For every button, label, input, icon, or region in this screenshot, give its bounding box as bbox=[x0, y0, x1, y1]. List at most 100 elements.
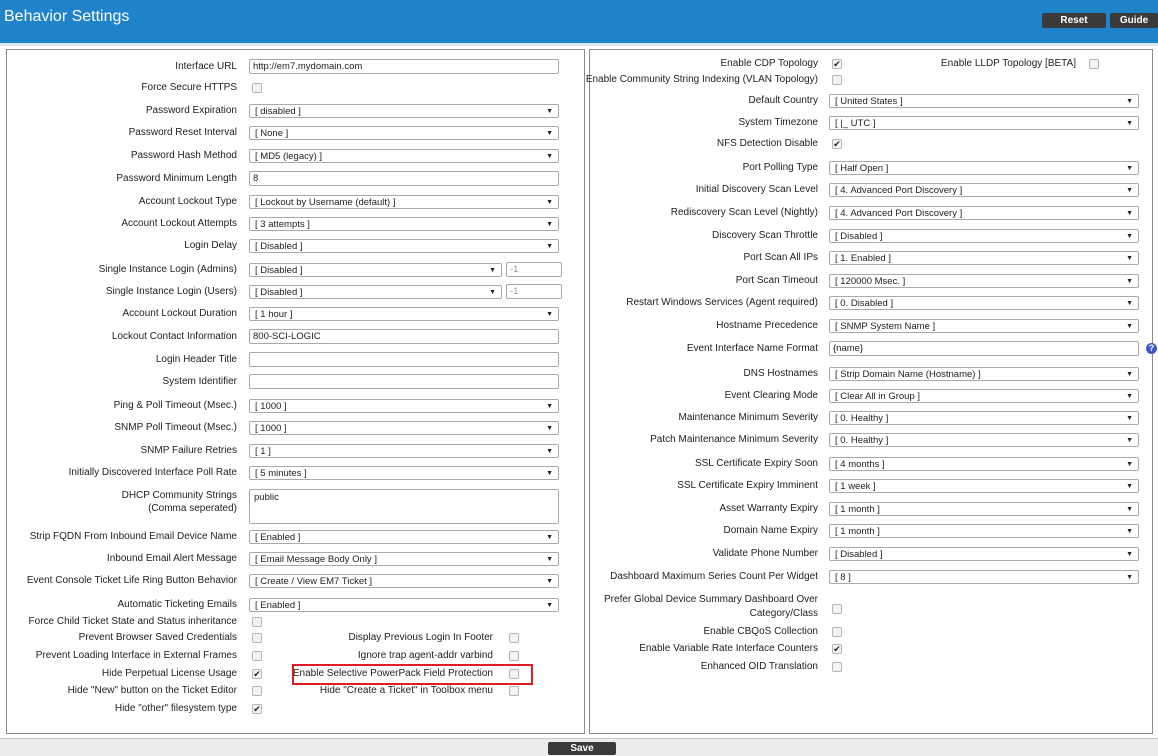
single-login-users-select[interactable]: [ Disabled ] ▼ bbox=[249, 285, 502, 299]
restart-windows-select[interactable]: [ 0. Disabled ] ▼ bbox=[829, 296, 1139, 310]
display-prev-login-label: Display Previous Login In Footer bbox=[348, 632, 493, 643]
maint-min-sev-select-value: [ 0. Healthy ] bbox=[835, 413, 889, 424]
chevron-down-icon: ▼ bbox=[546, 221, 553, 228]
chevron-down-icon: ▼ bbox=[1126, 551, 1133, 558]
ssl-soon-label: SSL Certificate Expiry Soon bbox=[694, 458, 818, 469]
account-lockout-type-select[interactable]: [ Lockout by Username (default) ] ▼ bbox=[249, 195, 559, 209]
auto-ticket-emails-select[interactable]: [ Enabled ] ▼ bbox=[249, 598, 559, 612]
system-timezone-select[interactable]: [ |_ UTC ] ▼ bbox=[829, 116, 1139, 130]
domain-expiry-select[interactable]: [ 1 month ] ▼ bbox=[829, 524, 1139, 538]
single-login-admins-select[interactable]: [ Disabled ] ▼ bbox=[249, 263, 502, 277]
port-scan-timeout-select-value: [ 120000 Msec. ] bbox=[835, 276, 906, 287]
default-country-select[interactable]: [ United States ] ▼ bbox=[829, 94, 1139, 108]
restart-windows-select-value: [ 0. Disabled ] bbox=[835, 298, 894, 309]
system-identifier-input[interactable] bbox=[249, 374, 559, 389]
lldp-checkbox[interactable] bbox=[1089, 59, 1099, 69]
ssl-soon-select-value: [ 4 months ] bbox=[835, 459, 885, 470]
domain-expiry-select-value: [ 1 month ] bbox=[835, 526, 880, 537]
ping-poll-timeout-label: Ping & Poll Timeout (Msec.) bbox=[113, 400, 237, 411]
cdp-label: Enable CDP Topology bbox=[720, 58, 818, 69]
snmp-poll-timeout-select[interactable]: [ 1000 ] ▼ bbox=[249, 421, 559, 435]
nfs-detection-checkbox[interactable]: ✔ bbox=[832, 139, 842, 149]
ping-poll-timeout-select[interactable]: [ 1000 ] ▼ bbox=[249, 399, 559, 413]
validate-phone-select[interactable]: [ Disabled ] ▼ bbox=[829, 547, 1139, 561]
login-header-title-input[interactable] bbox=[249, 352, 559, 367]
interface-url-input[interactable]: http://em7.mydomain.com bbox=[249, 59, 559, 74]
password-min-length-input[interactable]: 8 bbox=[249, 171, 559, 186]
checkmark-icon: ✔ bbox=[833, 59, 841, 69]
variable-rate-label: Enable Variable Rate Interface Counters bbox=[639, 643, 818, 654]
save-button[interactable]: Save bbox=[548, 742, 616, 755]
patch-maint-min-sev-select[interactable]: [ 0. Healthy ] ▼ bbox=[829, 433, 1139, 447]
initial-scan-level-select[interactable]: [ 4. Advanced Port Discovery ] ▼ bbox=[829, 183, 1139, 197]
hostname-precedence-select[interactable]: [ SNMP System Name ] ▼ bbox=[829, 319, 1139, 333]
inbound-email-msg-select[interactable]: [ Email Message Body Only ] ▼ bbox=[249, 552, 559, 566]
chevron-down-icon: ▼ bbox=[1126, 278, 1133, 285]
port-scan-timeout-select[interactable]: [ 120000 Msec. ] ▼ bbox=[829, 274, 1139, 288]
port-scan-all-select-value: [ 1. Enabled ] bbox=[835, 253, 891, 264]
chevron-down-icon: ▼ bbox=[1126, 528, 1133, 535]
hide-new-button-checkbox[interactable] bbox=[252, 686, 262, 696]
strip-fqdn-select[interactable]: [ Enabled ] ▼ bbox=[249, 530, 559, 544]
guide-button[interactable]: Guide bbox=[1110, 13, 1158, 28]
dhcp-strings-textarea[interactable]: public bbox=[249, 489, 559, 524]
force-child-ticket-checkbox[interactable] bbox=[252, 617, 262, 627]
port-scan-all-select[interactable]: [ 1. Enabled ] ▼ bbox=[829, 251, 1139, 265]
variable-rate-checkbox[interactable]: ✔ bbox=[832, 644, 842, 654]
asset-warranty-select[interactable]: [ 1 month ] ▼ bbox=[829, 502, 1139, 516]
ignore-trap-label: Ignore trap agent-addr varbind bbox=[357, 650, 493, 661]
ignore-trap-checkbox[interactable] bbox=[509, 651, 519, 661]
help-icon[interactable]: ? bbox=[1146, 343, 1157, 354]
interface-poll-rate-select[interactable]: [ 5 minutes ] ▼ bbox=[249, 466, 559, 480]
password-expiration-select[interactable]: [ disabled ] ▼ bbox=[249, 104, 559, 118]
dash-max-series-select[interactable]: [ 8 ] ▼ bbox=[829, 570, 1139, 584]
prevent-browser-creds-checkbox[interactable] bbox=[252, 633, 262, 643]
reset-button[interactable]: Reset bbox=[1042, 13, 1106, 28]
rediscovery-scan-level-select[interactable]: [ 4. Advanced Port Discovery ] ▼ bbox=[829, 206, 1139, 220]
password-reset-interval-label: Password Reset Interval bbox=[128, 127, 237, 138]
system-timezone-label: System Timezone bbox=[738, 117, 818, 128]
system-timezone-select-value: [ |_ UTC ] bbox=[835, 118, 876, 129]
dns-hostnames-select[interactable]: [ Strip Domain Name (Hostname) ] ▼ bbox=[829, 367, 1139, 381]
interface-url-label: Interface URL bbox=[175, 61, 237, 72]
single-login-admins-count-input[interactable]: -1 bbox=[506, 262, 562, 277]
asset-warranty-label: Asset Warranty Expiry bbox=[719, 503, 818, 514]
event-iface-format-input[interactable]: {name} bbox=[829, 341, 1139, 356]
checkmark-icon: ✔ bbox=[833, 644, 841, 654]
patch-maint-min-sev-select-value: [ 0. Healthy ] bbox=[835, 435, 889, 446]
ssl-soon-select[interactable]: [ 4 months ] ▼ bbox=[829, 457, 1139, 471]
hide-perpetual-checkbox[interactable]: ✔ bbox=[252, 669, 262, 679]
account-lockout-duration-select[interactable]: [ 1 hour ] ▼ bbox=[249, 307, 559, 321]
ssl-imminent-select[interactable]: [ 1 week ] ▼ bbox=[829, 479, 1139, 493]
login-delay-select[interactable]: [ Disabled ] ▼ bbox=[249, 239, 559, 253]
event-console-ring-select[interactable]: [ Create / View EM7 Ticket ] ▼ bbox=[249, 574, 559, 588]
hide-create-ticket-checkbox[interactable] bbox=[509, 686, 519, 696]
password-reset-interval-select[interactable]: [ None ] ▼ bbox=[249, 126, 559, 140]
port-polling-type-select[interactable]: [ Half Open ] ▼ bbox=[829, 161, 1139, 175]
scan-throttle-select[interactable]: [ Disabled ] ▼ bbox=[829, 229, 1139, 243]
snmp-failure-retries-select[interactable]: [ 1 ] ▼ bbox=[249, 444, 559, 458]
inbound-email-msg-select-value: [ Email Message Body Only ] bbox=[255, 554, 377, 565]
password-hash-method-select[interactable]: [ MD5 (legacy) ] ▼ bbox=[249, 149, 559, 163]
cbqos-checkbox[interactable] bbox=[832, 627, 842, 637]
maint-min-sev-select[interactable]: [ 0. Healthy ] ▼ bbox=[829, 411, 1139, 425]
single-login-users-count-input[interactable]: -1 bbox=[506, 284, 562, 299]
powerpack-highlight-box bbox=[292, 664, 533, 685]
enhanced-oid-label: Enhanced OID Translation bbox=[700, 661, 818, 672]
lldp-label: Enable LLDP Topology [BETA] bbox=[940, 58, 1076, 69]
interface-poll-rate-select-value: [ 5 minutes ] bbox=[255, 468, 307, 479]
force-secure-https-checkbox[interactable] bbox=[252, 83, 262, 93]
community-indexing-checkbox[interactable] bbox=[832, 75, 842, 85]
prefer-global-dash-checkbox[interactable] bbox=[832, 604, 842, 614]
dash-max-series-select-value: [ 8 ] bbox=[835, 572, 851, 583]
hide-other-fs-checkbox[interactable]: ✔ bbox=[252, 704, 262, 714]
event-clearing-select[interactable]: [ Clear All in Group ] ▼ bbox=[829, 389, 1139, 403]
account-lockout-attempts-select[interactable]: [ 3 attempts ] ▼ bbox=[249, 217, 559, 231]
lockout-contact-input[interactable]: 800-SCI-LOGIC bbox=[249, 329, 559, 344]
cdp-checkbox[interactable]: ✔ bbox=[832, 59, 842, 69]
prevent-external-frames-checkbox[interactable] bbox=[252, 651, 262, 661]
display-prev-login-checkbox[interactable] bbox=[509, 633, 519, 643]
enhanced-oid-checkbox[interactable] bbox=[832, 662, 842, 672]
validate-phone-select-value: [ Disabled ] bbox=[835, 549, 883, 560]
single-login-users-label: Single Instance Login (Users) bbox=[105, 286, 237, 297]
